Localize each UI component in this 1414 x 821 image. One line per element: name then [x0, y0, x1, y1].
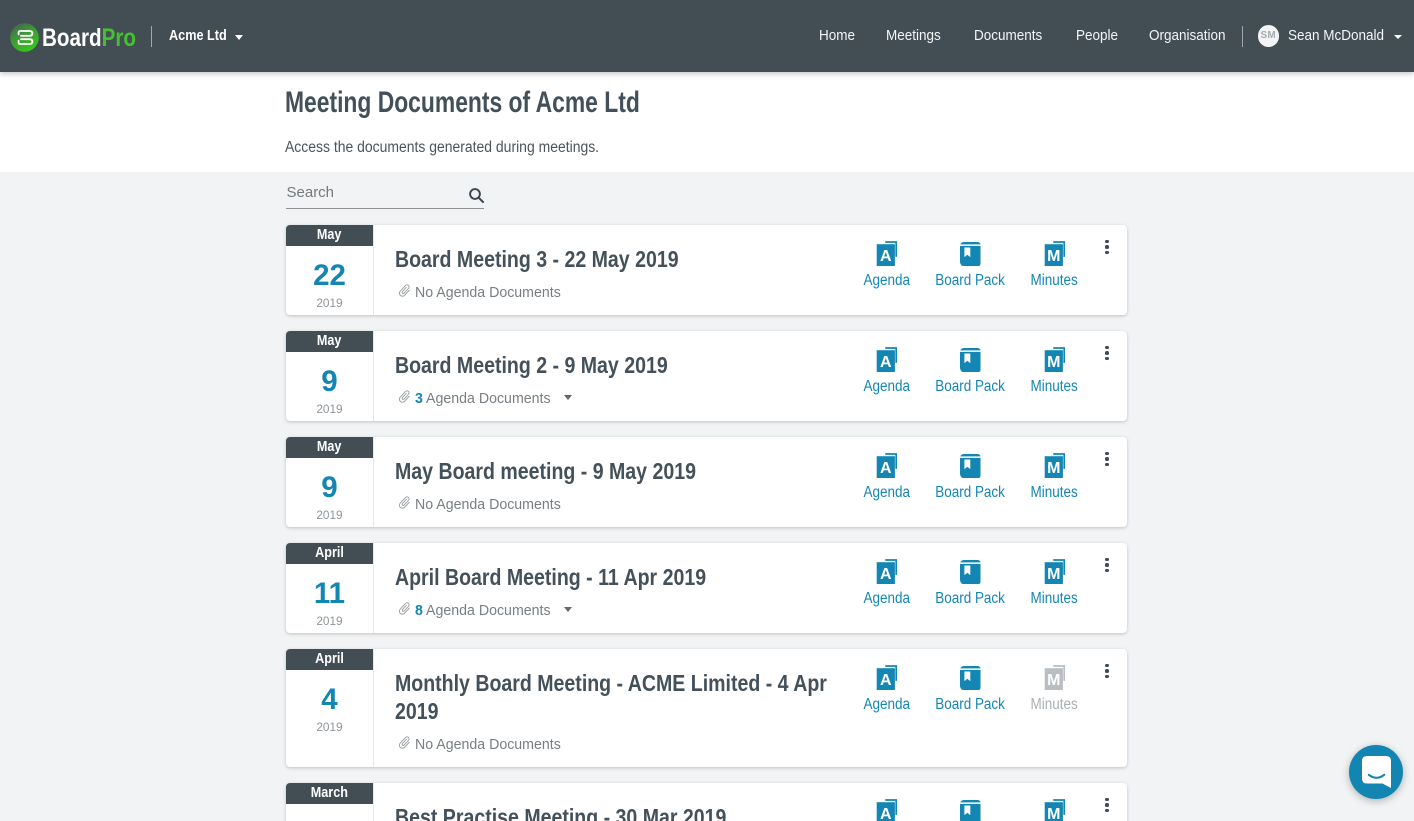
svg-text:M: M — [1047, 354, 1060, 371]
svg-text:M: M — [1047, 460, 1060, 477]
svg-text:A: A — [880, 354, 892, 371]
svg-text:M: M — [1047, 248, 1060, 265]
svg-text:A: A — [880, 806, 892, 821]
svg-text:A: A — [880, 672, 892, 689]
svg-text:A: A — [880, 566, 892, 583]
svg-text:M: M — [1047, 566, 1060, 583]
svg-text:A: A — [880, 460, 892, 477]
svg-text:M: M — [1047, 672, 1060, 689]
svg-text:A: A — [880, 248, 892, 265]
svg-text:M: M — [1047, 806, 1060, 821]
